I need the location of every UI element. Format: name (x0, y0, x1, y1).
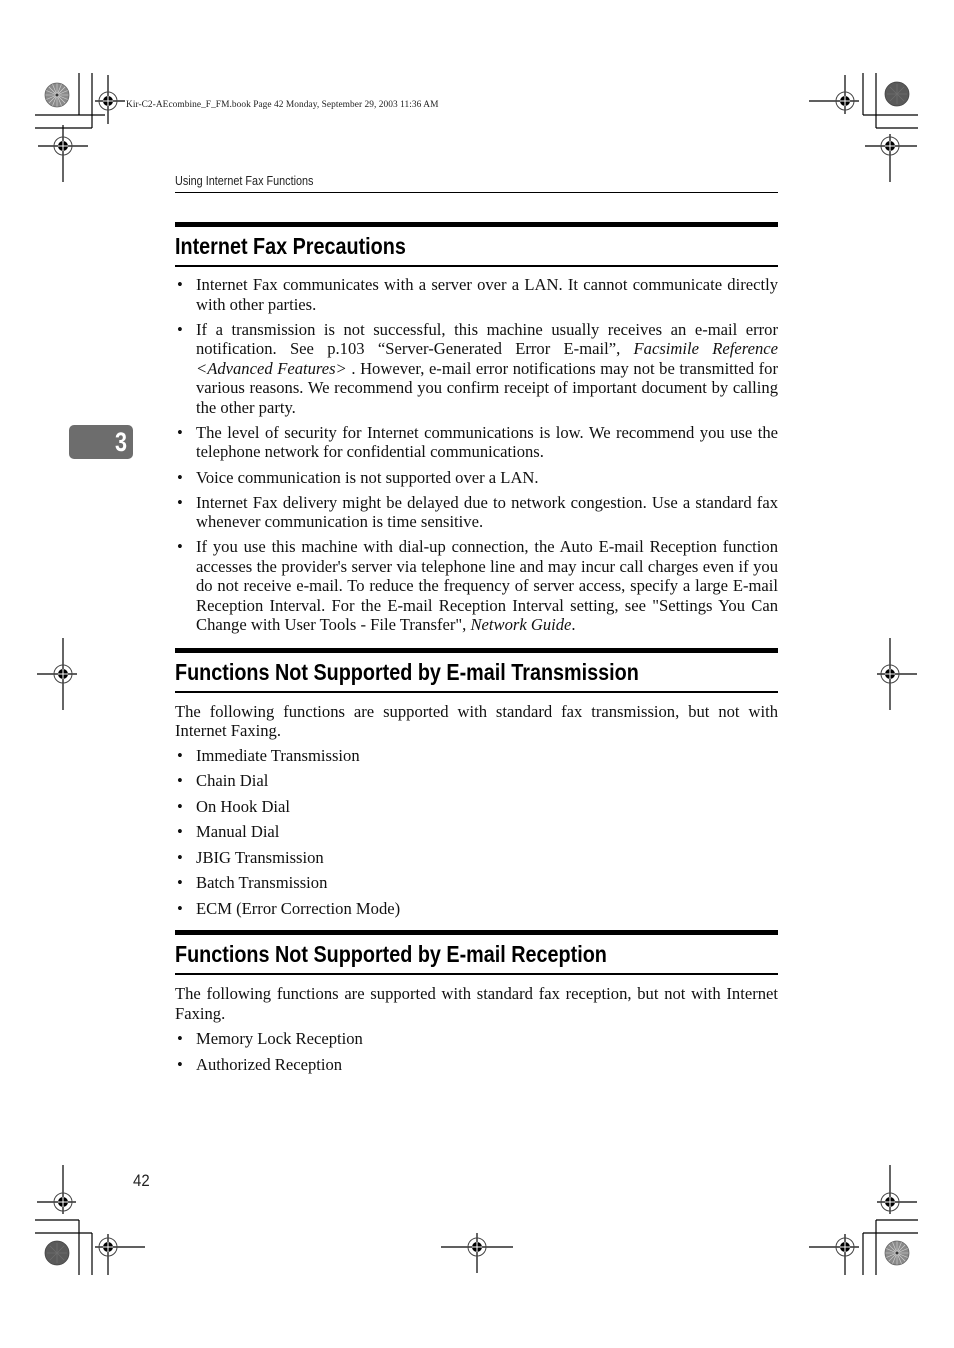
bullet-icon: • (177, 847, 183, 867)
section-not-supported-transmission: Functions Not Supported by E-mail Transm… (175, 647, 778, 919)
main-content: Internet Fax Precautions • Internet Fax … (175, 222, 778, 1080)
list-item: • Internet Fax delivery might be delayed… (175, 493, 778, 532)
list-item-text: Internet Fax communicates with a server … (196, 275, 778, 314)
list-item-text: Batch Transmission (196, 873, 328, 893)
bullet-icon: • (177, 796, 183, 816)
list-item: • Authorized Reception (175, 1055, 778, 1075)
crop-mark-bottom-left (35, 1165, 145, 1275)
bullet-icon: • (177, 467, 183, 487)
section-heading-block: Functions Not Supported by E-mail Recept… (175, 930, 778, 976)
print-slug-line: Kir-C2-AEcombine_F_FM.book Page 42 Monda… (126, 100, 439, 110)
reference-title: Network Guide (470, 615, 572, 635)
list-item: • ECM (Error Correction Mode) (175, 899, 778, 919)
chapter-number: 3 (114, 427, 127, 457)
list-item-text: The level of security for Internet commu… (196, 422, 778, 462)
bullet-icon: • (177, 745, 183, 765)
bullet-icon: • (177, 1054, 183, 1074)
bullet-icon: • (177, 771, 183, 791)
crop-mark-top-right (809, 73, 918, 182)
list-item: • Chain Dial (175, 771, 778, 791)
bullet-icon: • (177, 492, 183, 512)
list-item: • The level of security for Internet com… (175, 423, 778, 462)
reception-functions-list: • Memory Lock Reception • Authorized Recep… (175, 1029, 778, 1074)
section-intro: The following functions are supported wi… (175, 701, 778, 741)
transmission-functions-list: • Immediate Transmission • Chain Dial • On … (175, 746, 778, 919)
page-number-text: 42 (133, 1171, 150, 1190)
bullet-icon: • (177, 275, 183, 294)
running-header-text: Using Internet Fax Functions (175, 174, 314, 188)
list-item-text: Manual Dial (196, 822, 280, 842)
bullet-icon: • (177, 822, 183, 842)
list-item-text: Chain Dial (196, 771, 269, 791)
chapter-tab: 3 (69, 425, 133, 459)
list-item-text: Authorized Reception (196, 1054, 343, 1074)
section-intro: The following functions are supported wi… (175, 984, 778, 1023)
list-item-text: Voice communication is not supported ove… (196, 467, 539, 487)
list-item-text: Immediate Transmission (196, 745, 360, 765)
section-heading-block: Internet Fax Precautions (175, 222, 778, 267)
bullet-icon: • (177, 537, 183, 557)
registration-mark-bottom-center (441, 1233, 513, 1273)
list-item-text: JBIG Transmission (196, 847, 324, 867)
bullet-icon: • (177, 1029, 183, 1049)
list-item: • JBIG Transmission (175, 848, 778, 868)
list-item: • Internet Fax communicates with a serve… (175, 275, 778, 314)
list-item: • On Hook Dial (175, 797, 778, 817)
list-item: • If a transmission is not successful, t… (175, 320, 778, 418)
running-header: Using Internet Fax Functions (175, 174, 778, 193)
registration-mark-right (877, 638, 917, 710)
section-heading: Internet Fax Precautions (175, 233, 406, 259)
crop-mark-bottom-right (809, 1165, 918, 1275)
section-internet-fax-precautions: Internet Fax Precautions • Internet Fax … (175, 222, 778, 635)
list-item: • If you use this machine with dial-up c… (175, 537, 778, 635)
section-heading: Functions Not Supported by E-mail Transm… (175, 658, 639, 685)
list-item: • Batch Transmission (175, 873, 778, 893)
precautions-list: • Internet Fax communicates with a serve… (175, 275, 778, 635)
section-heading: Functions Not Supported by E-mail Recept… (175, 941, 607, 968)
bullet-icon: • (177, 873, 183, 893)
list-item-text: On Hook Dial (196, 796, 291, 816)
registration-mark-left (37, 638, 77, 710)
crop-mark-top-left (35, 73, 125, 182)
list-item: • Memory Lock Reception (175, 1029, 778, 1049)
page-number: 42 (133, 1171, 152, 1191)
bullet-icon: • (177, 422, 183, 442)
bullet-icon: • (177, 319, 183, 339)
list-item: • Manual Dial (175, 822, 778, 842)
list-item: • Voice communication is not supported o… (175, 468, 778, 488)
list-item-text: Internet Fax delivery might be delayed d… (196, 492, 778, 532)
bullet-icon: • (177, 898, 183, 918)
list-item-text: Memory Lock Reception (196, 1029, 363, 1049)
list-item-text: . (571, 615, 576, 635)
section-not-supported-reception: Functions Not Supported by E-mail Recept… (175, 930, 778, 1074)
list-item: • Immediate Transmission (175, 746, 778, 766)
section-heading-block: Functions Not Supported by E-mail Transm… (175, 647, 778, 693)
list-item-text: ECM (Error Correction Mode) (196, 898, 401, 918)
